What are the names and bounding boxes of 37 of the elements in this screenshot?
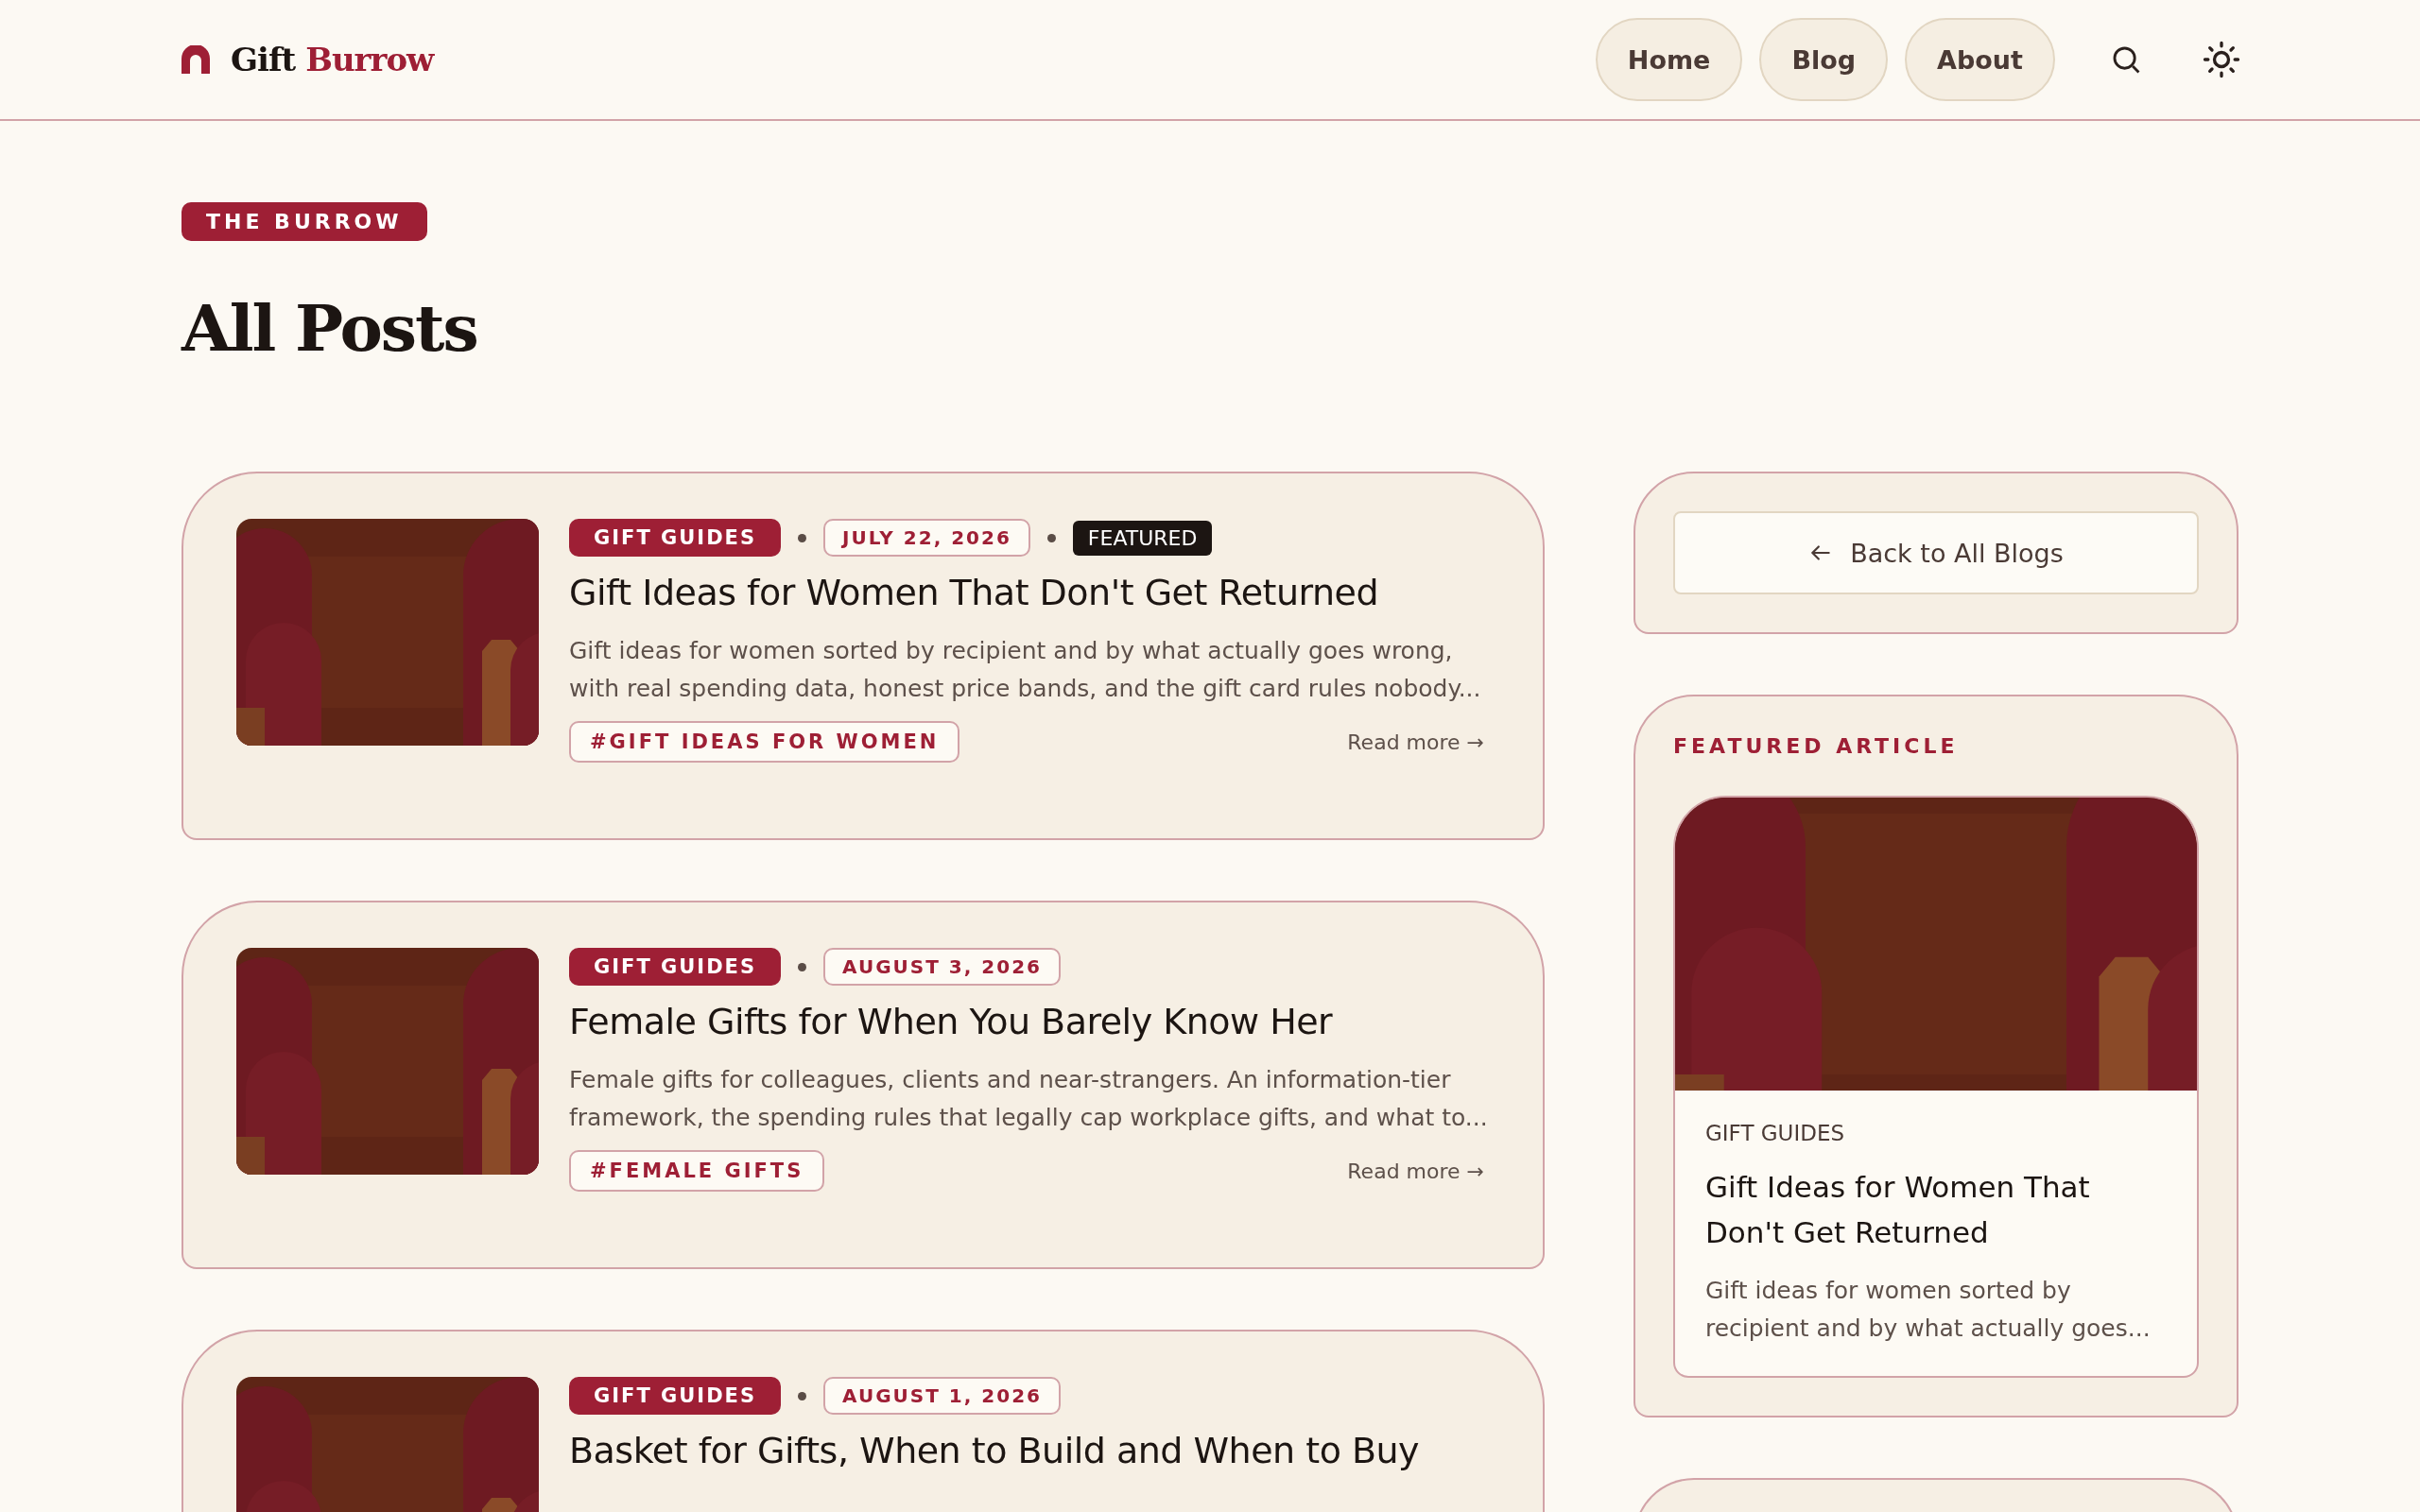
featured-badge: FEATURED	[1072, 520, 1213, 556]
read-more-link[interactable]: Read more →	[1347, 1159, 1484, 1183]
post-title[interactable]: Female Gifts for When You Barely Know Her	[569, 1001, 1490, 1042]
category-badge: GIFT GUIDES	[569, 948, 782, 986]
panel-heading: FEATURED ARTICLE	[1673, 734, 1960, 758]
separator-dot	[1046, 533, 1056, 542]
nav-link[interactable]: Home	[1595, 18, 1743, 101]
section-badge: THE BURROW	[182, 202, 427, 241]
post-card[interactable]	[182, 901, 1545, 1269]
post-title[interactable]: Gift Ideas for Women That Don't Get Returned	[569, 572, 1490, 613]
post-excerpt: Female gifts for colleagues, clients and near-strangers. An information-tier framework, the spending rules that legally cap workplace gifts, and what to...	[569, 1065, 1489, 1133]
featured-title[interactable]: Gift Ideas for Women That Don't Get Returned	[1705, 1164, 2167, 1255]
nav-link[interactable]: Blog	[1759, 18, 1889, 101]
page-title: All Posts	[182, 290, 478, 366]
brand-name[interactable]: Gift Burrow	[231, 41, 434, 78]
date-badge: AUGUST 1, 2026	[823, 1377, 1061, 1415]
post-title[interactable]: Basket for Gifts, When to Build and When to Buy	[569, 1430, 1490, 1471]
logo-icon	[182, 45, 210, 74]
post-card[interactable]: GIFT GUIDES AUGUST 1, 2026 Basket for Gifts, When to Build and When to Buy	[182, 1330, 1545, 1512]
back-button[interactable]: Back to All Blogs	[1673, 511, 2199, 594]
read-more-link[interactable]: Read more →	[1347, 730, 1484, 754]
date-badge: JULY 22, 2026	[823, 519, 1030, 557]
post-card[interactable]	[182, 472, 1545, 840]
sun-icon[interactable]	[2203, 41, 2240, 78]
featured-excerpt: Gift ideas for women sorted by recipient and by what actually goes...	[1705, 1276, 2152, 1344]
tag-link[interactable]: #FEMALE GIFTS	[569, 1150, 825, 1192]
separator-dot	[798, 533, 807, 542]
category-badge: GIFT GUIDES	[569, 519, 782, 557]
date-badge: AUGUST 3, 2026	[823, 948, 1061, 986]
nav-link[interactable]: About	[1905, 18, 2055, 101]
separator-dot	[798, 962, 807, 971]
separator-dot	[798, 1391, 807, 1400]
category-badge: GIFT GUIDES	[569, 1377, 782, 1415]
featured-category: GIFT GUIDES	[1705, 1121, 1846, 1145]
tag-link[interactable]: #GIFT IDEAS FOR WOMEN	[569, 721, 960, 763]
post-excerpt: Gift ideas for women sorted by recipient and by what actually goes wrong, with real spending data, honest price bands, and the gift card rules nobody...	[569, 636, 1482, 704]
featured-card[interactable]: GIFT GUIDES Gift Ideas for Women That Don't Get Returned Gift ideas for women sorted by recipient and by what actually goes...	[1673, 796, 2199, 1378]
